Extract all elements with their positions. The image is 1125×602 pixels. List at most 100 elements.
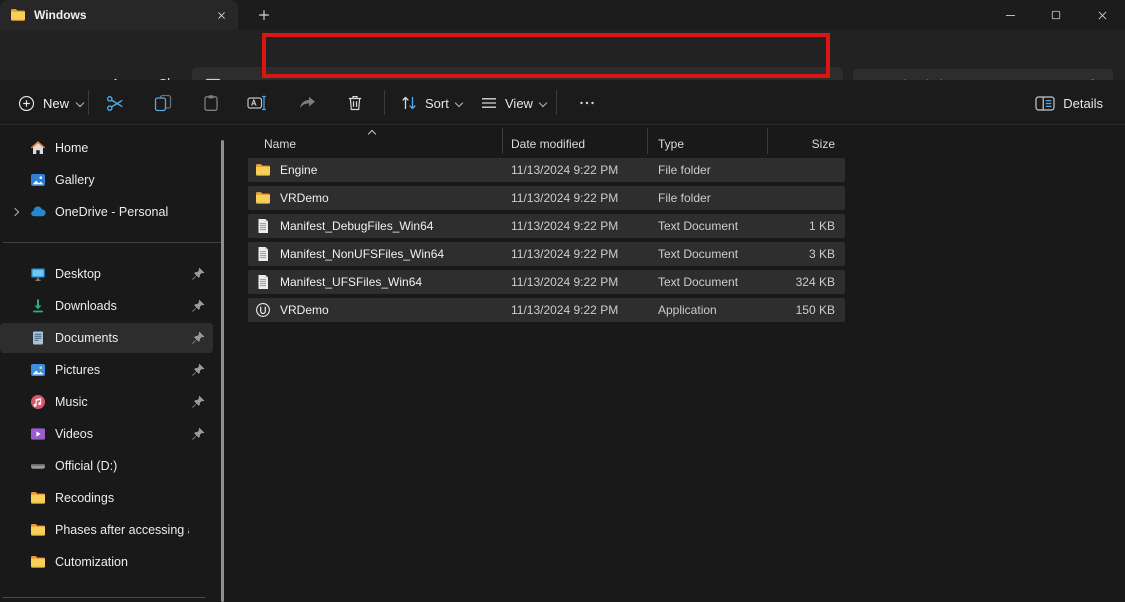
new-button[interactable]: New (8, 88, 93, 118)
file-size-cell: 1 KB (768, 219, 845, 233)
pin-icon (189, 394, 207, 410)
command-toolbar: New Sort View Details (0, 80, 1125, 125)
music-icon (30, 394, 46, 410)
file-name: VRDemo (280, 303, 329, 317)
cut-button[interactable] (98, 88, 132, 118)
file-name: Manifest_DebugFiles_Win64 (280, 219, 433, 233)
sidebar-item[interactable]: Phases after accessing a url (0, 515, 213, 545)
trash-icon (346, 94, 364, 112)
sidebar-item-label: Phases after accessing a url (55, 523, 189, 537)
close-icon (216, 10, 227, 21)
toolbar-separator (88, 90, 89, 115)
sidebar-item[interactable]: Recodings (0, 483, 213, 513)
pin-icon (189, 330, 207, 346)
file-row[interactable]: Manifest_UFSFiles_Win64 11/13/2024 9:22 … (248, 270, 845, 294)
sidebar-item[interactable]: Home (0, 133, 213, 163)
desktop-icon (30, 266, 46, 282)
navigation-sidebar: Home Gallery OneDrive - Personal (0, 126, 232, 602)
textdoc-icon (255, 274, 271, 290)
expand-chevron-icon[interactable] (0, 209, 30, 215)
sidebar-item[interactable]: Downloads (0, 291, 213, 321)
column-header-name[interactable]: Name (248, 128, 503, 154)
sidebar-item[interactable]: Music (0, 387, 213, 417)
file-name-cell: Manifest_DebugFiles_Win64 (248, 218, 503, 234)
view-button[interactable]: View (472, 88, 554, 118)
file-date-cell: 11/13/2024 9:22 PM (503, 163, 648, 177)
column-header-type[interactable]: Type (648, 128, 768, 154)
column-label: Type (658, 137, 684, 151)
file-date-cell: 11/13/2024 9:22 PM (503, 247, 648, 261)
copy-icon (154, 94, 172, 112)
view-icon (480, 94, 498, 112)
file-row[interactable]: Manifest_NonUFSFiles_Win64 11/13/2024 9:… (248, 242, 845, 266)
toolbar-separator (384, 90, 385, 115)
close-button[interactable] (1079, 0, 1125, 30)
paste-button[interactable] (194, 88, 228, 118)
sidebar-item[interactable]: Official (D:) (0, 451, 213, 481)
file-row[interactable]: VRDemo 11/13/2024 9:22 PM Application 15… (248, 298, 845, 322)
details-pane-button[interactable]: Details (1027, 88, 1111, 118)
sidebar-item-label: Cutomization (55, 555, 189, 569)
sidebar-item-label: OneDrive - Personal (55, 205, 189, 219)
file-date-cell: 11/13/2024 9:22 PM (503, 303, 648, 317)
sidebar-item[interactable]: Documents (0, 323, 213, 353)
file-name-cell: Manifest_NonUFSFiles_Win64 (248, 246, 503, 262)
plus-icon (257, 8, 271, 22)
paste-icon (202, 94, 220, 112)
delete-button[interactable] (338, 88, 372, 118)
explorer-tab[interactable]: Windows (0, 0, 238, 30)
file-explorer-window: { "colors":{"accent":"#53a9e8","annotati… (0, 0, 1125, 602)
sidebar-item-label: Desktop (55, 267, 189, 281)
sidebar-item-label: Music (55, 395, 189, 409)
sort-button-label: Sort (425, 96, 449, 111)
sidebar-item-label: Videos (55, 427, 189, 441)
sort-button[interactable]: Sort (392, 88, 470, 118)
minimize-icon (1004, 9, 1017, 22)
file-type-cell: File folder (648, 163, 768, 177)
new-tab-button[interactable] (252, 4, 276, 26)
sidebar-item[interactable]: Pictures (0, 355, 213, 385)
home-icon (30, 140, 46, 156)
plus-circle-icon (18, 95, 35, 112)
more-options-button[interactable] (570, 88, 604, 118)
copy-button[interactable] (146, 88, 180, 118)
file-list-area: Name Date modified Type Size Engine 11/1… (232, 126, 1125, 602)
sort-ascending-icon (368, 130, 376, 138)
chevron-down-icon (76, 99, 84, 107)
file-row[interactable]: VRDemo 11/13/2024 9:22 PM File folder (248, 186, 845, 210)
sidebar-item[interactable]: Gallery (0, 165, 213, 195)
column-header-date-modified[interactable]: Date modified (503, 128, 648, 154)
column-label: Date modified (511, 137, 585, 151)
folder-icon (255, 162, 271, 178)
rename-button[interactable] (240, 88, 274, 118)
titlebar: Windows (0, 0, 1125, 30)
sidebar-item[interactable]: Desktop (0, 259, 213, 289)
file-date-cell: 11/13/2024 9:22 PM (503, 219, 648, 233)
column-headers: Name Date modified Type Size (248, 128, 845, 154)
sidebar-item[interactable]: Videos (0, 419, 213, 449)
file-rows: Engine 11/13/2024 9:22 PM File folder VR… (248, 158, 845, 322)
sidebar-item[interactable]: OneDrive - Personal (0, 197, 213, 227)
maximize-button[interactable] (1033, 0, 1079, 30)
chevron-down-icon (539, 99, 547, 107)
column-header-size[interactable]: Size (768, 128, 845, 154)
file-row[interactable]: Manifest_DebugFiles_Win64 11/13/2024 9:2… (248, 214, 845, 238)
sidebar-item[interactable]: Cutomization (0, 547, 213, 577)
details-pane-icon (1035, 96, 1055, 111)
share-icon (298, 94, 317, 113)
sidebar-scrollbar[interactable] (221, 140, 224, 602)
pin-icon (189, 362, 207, 378)
minimize-button[interactable] (987, 0, 1033, 30)
navigation-bar: Documents Unreal Projects VRDemo New fol… (0, 30, 1125, 80)
view-button-label: View (505, 96, 533, 111)
file-name: Manifest_UFSFiles_Win64 (280, 275, 422, 289)
file-row[interactable]: Engine 11/13/2024 9:22 PM File folder (248, 158, 845, 182)
textdoc-icon (255, 246, 271, 262)
tab-close-button[interactable] (212, 6, 230, 24)
unreal-icon (255, 302, 271, 318)
chevron-down-icon (455, 99, 463, 107)
sidebar-item-label: Gallery (55, 173, 189, 187)
sidebar-bottom-divider (3, 597, 205, 598)
share-button[interactable] (290, 88, 324, 118)
file-name-cell: VRDemo (248, 302, 503, 318)
